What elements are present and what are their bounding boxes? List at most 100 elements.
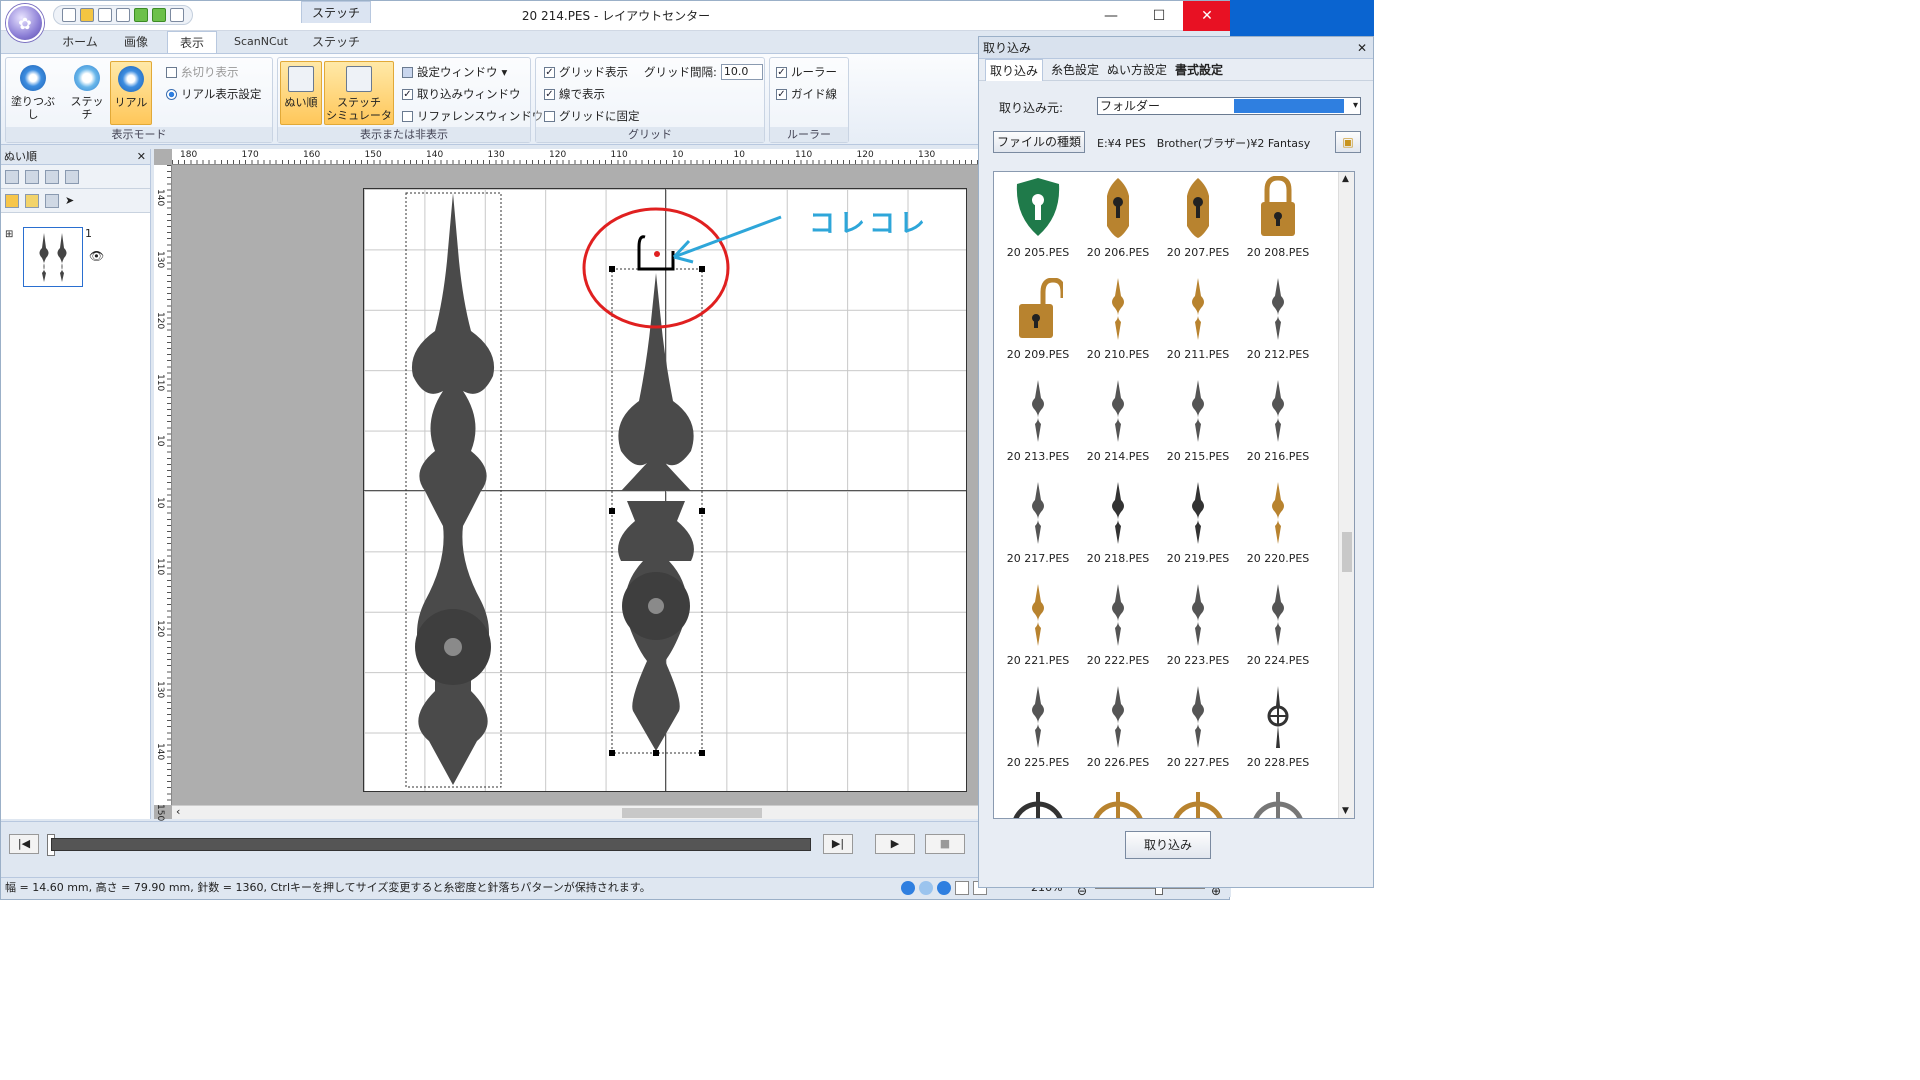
skip-end-button[interactable]: ▶|: [823, 834, 853, 854]
design-page[interactable]: [363, 188, 967, 792]
maximize-button[interactable]: ☐: [1135, 1, 1183, 31]
file-thumbnail[interactable]: 20 225.PES: [998, 684, 1078, 784]
file-thumbnail[interactable]: 20 223.PES: [1158, 582, 1238, 682]
stitch-view-icon[interactable]: [919, 881, 933, 895]
real-mode-button[interactable]: リアル: [110, 61, 152, 125]
thumbnail-scroll-thumb[interactable]: [1342, 532, 1352, 572]
tab-import[interactable]: 取り込み: [985, 58, 1044, 81]
file-thumbnail[interactable]: 20 227.PES: [1158, 684, 1238, 784]
close-button[interactable]: ✕: [1183, 1, 1231, 31]
file-name-label: 20 214.PES: [1086, 450, 1150, 463]
file-thumbnail[interactable]: 20 207.PES: [1158, 174, 1238, 274]
undo-icon[interactable]: [134, 8, 148, 22]
sew-order-item[interactable]: [23, 227, 83, 287]
horizontal-scrollbar[interactable]: ‹: [172, 805, 981, 819]
open-folder-button[interactable]: ▣: [1335, 131, 1361, 153]
redo-icon[interactable]: [152, 8, 166, 22]
pointer-icon[interactable]: ➤: [65, 194, 79, 208]
tab-home[interactable]: ホーム: [51, 31, 109, 53]
file-thumbnail[interactable]: 20 211.PES: [1158, 276, 1238, 376]
file-thumbnail[interactable]: 20 212.PES: [1238, 276, 1318, 376]
thread-cut-checkbox[interactable]: 糸切り表示: [166, 64, 239, 80]
stitch-simulator-button[interactable]: ステッチ シミュレーター: [324, 61, 394, 135]
ruler-checkbox[interactable]: ✓ ルーラー: [776, 64, 837, 80]
file-thumbnail-partial[interactable]: [1078, 786, 1158, 818]
file-thumbnail[interactable]: 20 224.PES: [1238, 582, 1318, 682]
stop-button[interactable]: ■: [925, 834, 965, 854]
app-menu-button[interactable]: ✿: [6, 4, 44, 42]
rewind-button[interactable]: |◀: [9, 834, 39, 854]
file-thumbnail[interactable]: 20 213.PES: [998, 378, 1078, 478]
file-thumbnail[interactable]: 20 210.PES: [1078, 276, 1158, 376]
file-thumbnail[interactable]: 20 215.PES: [1158, 378, 1238, 478]
tab-stitch[interactable]: ステッチ: [301, 31, 371, 53]
file-thumbnail[interactable]: 20 206.PES: [1078, 174, 1158, 274]
scroll-left-icon[interactable]: ‹: [176, 805, 180, 818]
panel-close-icon[interactable]: ✕: [137, 149, 146, 165]
tab-format-settings[interactable]: 書式設定: [1175, 61, 1223, 78]
source-select[interactable]: フォルダー ▾: [1097, 97, 1361, 115]
sew-order-button[interactable]: ぬい順: [280, 61, 322, 125]
file-thumbnail-partial[interactable]: [1238, 786, 1318, 818]
tab-view[interactable]: 表示: [167, 31, 217, 53]
grid-interval-input[interactable]: 10.0: [720, 64, 763, 80]
tab-image[interactable]: 画像: [111, 31, 161, 53]
file-thumbnail-partial[interactable]: [1158, 786, 1238, 818]
file-thumbnail[interactable]: 20 216.PES: [1238, 378, 1318, 478]
file-type-button[interactable]: ファイルの種類: [993, 131, 1085, 153]
open-folder-icon[interactable]: [80, 8, 94, 22]
preview-icon[interactable]: [170, 8, 184, 22]
minimize-button[interactable]: —: [1087, 1, 1135, 31]
file-thumbnail[interactable]: 20 220.PES: [1238, 480, 1318, 580]
zoom-icon[interactable]: [116, 8, 130, 22]
import-window-checkbox[interactable]: ✓ 取り込みウィンドウ: [402, 86, 521, 102]
eye-icon[interactable]: [5, 193, 19, 208]
save-icon[interactable]: [98, 8, 112, 22]
new-file-icon[interactable]: [62, 8, 76, 22]
grid-snap-checkbox[interactable]: グリッドに固定: [544, 108, 640, 124]
import-panel-close-icon[interactable]: ✕: [1357, 37, 1367, 59]
scroll-down-icon[interactable]: ▼: [1342, 806, 1349, 816]
reference-window-checkbox[interactable]: リファレンスウィンドウ: [402, 108, 543, 124]
file-thumbnail[interactable]: 20 214.PES: [1078, 378, 1158, 478]
scissors-icon[interactable]: [45, 193, 59, 208]
stop-icon[interactable]: [65, 169, 79, 184]
scrollbar-thumb[interactable]: [622, 808, 762, 818]
file-thumbnail[interactable]: 20 209.PES: [998, 276, 1078, 376]
grid-lines-checkbox[interactable]: ✓ 線で表示: [544, 86, 605, 102]
file-thumbnail[interactable]: 20 205.PES: [998, 174, 1078, 274]
color-icon[interactable]: [45, 169, 59, 184]
play-button[interactable]: ▶: [875, 834, 915, 854]
tab-thread-color[interactable]: 糸色設定: [1051, 61, 1099, 78]
scroll-up-icon[interactable]: ▲: [1342, 174, 1349, 184]
stitch-progress-track[interactable]: [51, 838, 811, 851]
file-thumbnail[interactable]: 20 221.PES: [998, 582, 1078, 682]
thumbnail-scrollbar[interactable]: ▲ ▼: [1338, 172, 1354, 818]
import-button[interactable]: 取り込み: [1125, 831, 1211, 859]
eye-toggle-icon[interactable]: 👁: [89, 249, 104, 263]
file-thumbnail-partial[interactable]: [998, 786, 1078, 818]
stitch-mode-button[interactable]: ステッチ: [66, 61, 108, 125]
file-thumbnail[interactable]: 20 218.PES: [1078, 480, 1158, 580]
settings-window-button[interactable]: 設定ウィンドウ ▾: [402, 64, 507, 80]
file-thumbnail[interactable]: 20 217.PES: [998, 480, 1078, 580]
file-thumbnail[interactable]: 20 228.PES: [1238, 684, 1318, 784]
sew-order-thumbnail: [39, 233, 67, 282]
fill-view-icon[interactable]: [901, 881, 915, 895]
sort-icon[interactable]: [25, 169, 39, 184]
tab-sewing-settings[interactable]: ぬい方設定: [1107, 61, 1167, 78]
lock-icon[interactable]: [25, 193, 39, 208]
guides-checkbox[interactable]: ✓ ガイド線: [776, 86, 837, 102]
fill-mode-button[interactable]: 塗りつぶし: [10, 61, 56, 125]
expand-icon[interactable]: ⊞: [5, 229, 13, 240]
file-thumbnail[interactable]: 20 219.PES: [1158, 480, 1238, 580]
page-view-icon[interactable]: [955, 881, 969, 895]
real-setting-button[interactable]: リアル表示設定: [166, 86, 261, 102]
file-thumbnail[interactable]: 20 226.PES: [1078, 684, 1158, 784]
real-view-icon[interactable]: [937, 881, 951, 895]
grid-show-checkbox[interactable]: ✓ グリッド表示: [544, 64, 628, 80]
tab-scanncut[interactable]: ScanNCut: [223, 31, 299, 53]
view-icon[interactable]: [5, 169, 19, 184]
file-thumbnail[interactable]: 20 208.PES: [1238, 174, 1318, 274]
file-thumbnail[interactable]: 20 222.PES: [1078, 582, 1158, 682]
